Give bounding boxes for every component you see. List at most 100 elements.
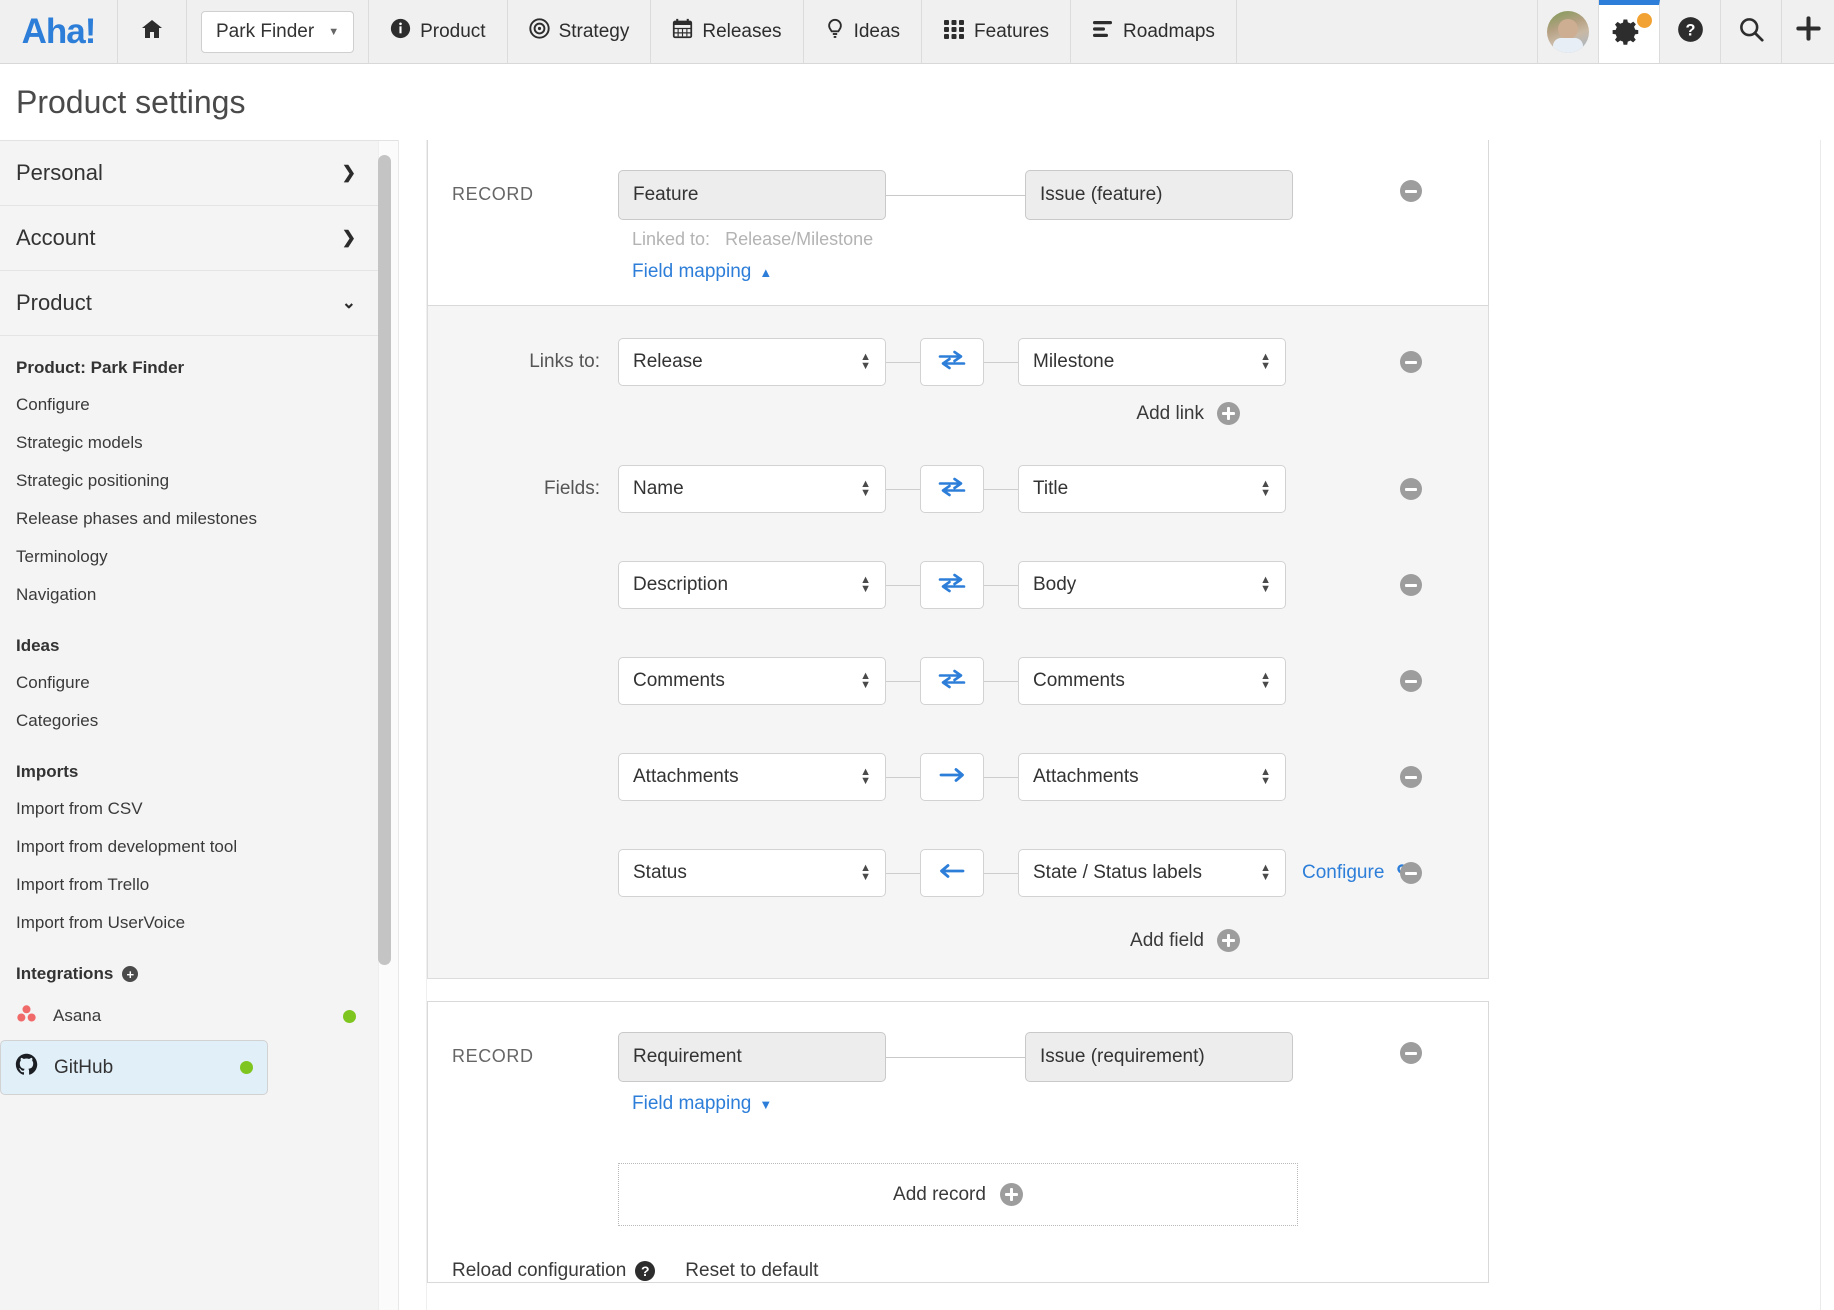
gear-icon xyxy=(1612,19,1642,51)
remove-record-button[interactable] xyxy=(1400,1042,1422,1064)
add-field-button[interactable]: Add field xyxy=(428,929,1488,952)
add-new-button[interactable] xyxy=(1782,0,1834,63)
record-left-pill[interactable]: Requirement xyxy=(618,1032,886,1082)
record-right-pill[interactable]: Issue (feature) xyxy=(1025,170,1293,220)
help-button[interactable]: ? xyxy=(1660,0,1721,63)
nav-home-button[interactable] xyxy=(118,0,187,63)
record-card-feature: RECORD Feature Linked to: Release/Milest… xyxy=(427,140,1489,306)
question-circle-icon[interactable]: ? xyxy=(635,1261,656,1281)
add-record-button[interactable]: Add record xyxy=(618,1163,1298,1226)
reset-to-default-button[interactable]: Reset to default xyxy=(685,1260,818,1282)
sidebar-item-label: Asana xyxy=(53,1006,102,1025)
field-right-select[interactable]: Body ▲ ▼ xyxy=(1018,561,1286,609)
remove-record-button[interactable] xyxy=(1400,180,1422,202)
nav-item-strategy[interactable]: Strategy xyxy=(508,0,652,63)
sidebar-item-import-trello[interactable]: Import from Trello xyxy=(16,866,362,904)
reload-configuration-label: Reload configuration xyxy=(452,1260,627,1281)
field-left-select[interactable]: Name ▲ ▼ xyxy=(618,465,886,513)
sidebar-scrollbar-thumb[interactable] xyxy=(378,155,391,965)
links-left-select[interactable]: Release ▲ ▼ xyxy=(618,338,886,386)
lightbulb-icon xyxy=(825,18,845,46)
configure-status-link[interactable]: Configure xyxy=(1302,860,1415,886)
sidebar-item-label: Personal xyxy=(16,160,103,185)
bidirectional-arrow-icon xyxy=(938,350,966,375)
sidebar-item-product[interactable]: Product ⌄ xyxy=(0,271,378,336)
field-mapping-label: Field mapping xyxy=(632,1093,752,1114)
sidebar-item-import-dev-tool[interactable]: Import from development tool xyxy=(16,828,362,866)
add-record-label: Add record xyxy=(893,1183,986,1205)
main-inner: RECORD Feature Linked to: Release/Milest… xyxy=(399,140,1489,1283)
field-left-select[interactable]: Attachments ▲ ▼ xyxy=(618,753,886,801)
main-scrollbar-track[interactable] xyxy=(1820,140,1834,1310)
reload-configuration-button[interactable]: Reload configuration ? xyxy=(452,1260,656,1282)
remove-field-button[interactable] xyxy=(1400,670,1422,692)
nav-item-roadmaps[interactable]: Roadmaps xyxy=(1071,0,1237,63)
record-left-pill[interactable]: Feature xyxy=(618,170,886,220)
linked-to-row: Linked to: Release/Milestone xyxy=(632,229,886,250)
sidebar-item-asana[interactable]: Asana xyxy=(0,992,378,1040)
nav-item-releases[interactable]: Releases xyxy=(651,0,804,63)
field-right-select[interactable]: State / Status labels ▲ ▼ xyxy=(1018,849,1286,897)
product-selector[interactable]: Park Finder ▼ xyxy=(201,10,355,53)
sidebar-item-configure[interactable]: Configure xyxy=(16,386,362,424)
field-mapping-toggle-feature[interactable]: Field mapping ▲ xyxy=(632,261,772,283)
linked-to-value: Release/Milestone xyxy=(725,229,874,249)
field-left-select[interactable]: Status ▲ ▼ xyxy=(618,849,886,897)
mapping-row-field-comments: Comments ▲ ▼ Comments ▲ ▼ xyxy=(428,647,1488,715)
field-right-select[interactable]: Title ▲ ▼ xyxy=(1018,465,1286,513)
remove-link-button[interactable] xyxy=(1400,351,1422,373)
settings-gear-tab[interactable] xyxy=(1599,0,1660,63)
links-to-label: Links to: xyxy=(529,351,600,372)
field-left-select[interactable]: Description ▲ ▼ xyxy=(618,561,886,609)
nav-item-label: Features xyxy=(974,20,1050,42)
field-left-select[interactable]: Comments ▲ ▼ xyxy=(618,657,886,705)
connector-line xyxy=(886,488,920,490)
direction-toggle-bidirectional[interactable] xyxy=(920,561,984,609)
sidebar-item-github[interactable]: GitHub xyxy=(0,1040,268,1095)
sidebar-item-categories[interactable]: Categories xyxy=(16,702,362,740)
aha-logo[interactable]: Aha! xyxy=(0,0,118,63)
sidebar-item-personal[interactable]: Personal ❯ xyxy=(0,141,378,206)
remove-field-button[interactable] xyxy=(1400,478,1422,500)
remove-field-button[interactable] xyxy=(1400,862,1422,884)
remove-field-button[interactable] xyxy=(1400,574,1422,596)
record-row: RECORD Requirement Field mapping ▼ Issue… xyxy=(428,1002,1488,1137)
direction-toggle-bidirectional[interactable] xyxy=(920,657,984,705)
body-split: Personal ❯ Account ❯ Product ⌄ Product: … xyxy=(0,140,1834,1310)
caret-down-icon: ▼ xyxy=(759,1096,773,1112)
sidebar-item-terminology[interactable]: Terminology xyxy=(16,538,362,576)
nav-item-product[interactable]: Product xyxy=(369,0,508,63)
direction-toggle-bidirectional[interactable] xyxy=(920,465,984,513)
field-right-select[interactable]: Attachments ▲ ▼ xyxy=(1018,753,1286,801)
spinner-icon: ▲ ▼ xyxy=(1260,862,1271,883)
nav-item-ideas[interactable]: Ideas xyxy=(804,0,923,63)
plus-circle-icon[interactable]: + xyxy=(122,966,139,982)
sidebar-item-strategic-models[interactable]: Strategic models xyxy=(16,424,362,462)
roadmap-icon xyxy=(1092,19,1114,45)
add-link-button[interactable]: Add link xyxy=(428,402,1488,425)
field-right-select[interactable]: Comments ▲ ▼ xyxy=(1018,657,1286,705)
sidebar-item-account[interactable]: Account ❯ xyxy=(0,206,378,271)
main-content: RECORD Feature Linked to: Release/Milest… xyxy=(398,140,1834,1310)
field-mapping-toggle-requirement[interactable]: Field mapping ▼ xyxy=(632,1093,772,1115)
sidebar-item-navigation[interactable]: Navigation xyxy=(16,576,362,614)
direction-toggle-bidirectional[interactable] xyxy=(920,338,984,386)
spinner-icon: ▲ ▼ xyxy=(860,478,871,499)
sidebar-item-ideas-configure[interactable]: Configure xyxy=(16,664,362,702)
record-right-pill[interactable]: Issue (requirement) xyxy=(1025,1032,1293,1082)
arrow-right-icon xyxy=(938,765,966,790)
direction-toggle-left[interactable] xyxy=(920,849,984,897)
remove-field-button[interactable] xyxy=(1400,766,1422,788)
sidebar-item-import-uservoice[interactable]: Import from UserVoice xyxy=(16,904,362,942)
minus-circle-icon xyxy=(1400,862,1422,884)
sidebar-item-strategic-positioning[interactable]: Strategic positioning xyxy=(16,462,362,500)
nav-item-features[interactable]: Features xyxy=(922,0,1072,63)
direction-toggle-right[interactable] xyxy=(920,753,984,801)
links-right-select[interactable]: Milestone ▲ ▼ xyxy=(1018,338,1286,386)
sidebar-item-import-csv[interactable]: Import from CSV xyxy=(16,790,362,828)
record-label: RECORD xyxy=(452,1046,534,1066)
sidebar-item-release-phases[interactable]: Release phases and milestones xyxy=(16,500,362,538)
field-mapping-label: Field mapping xyxy=(632,261,752,282)
user-avatar-button[interactable] xyxy=(1538,0,1599,63)
search-button[interactable] xyxy=(1721,0,1782,63)
